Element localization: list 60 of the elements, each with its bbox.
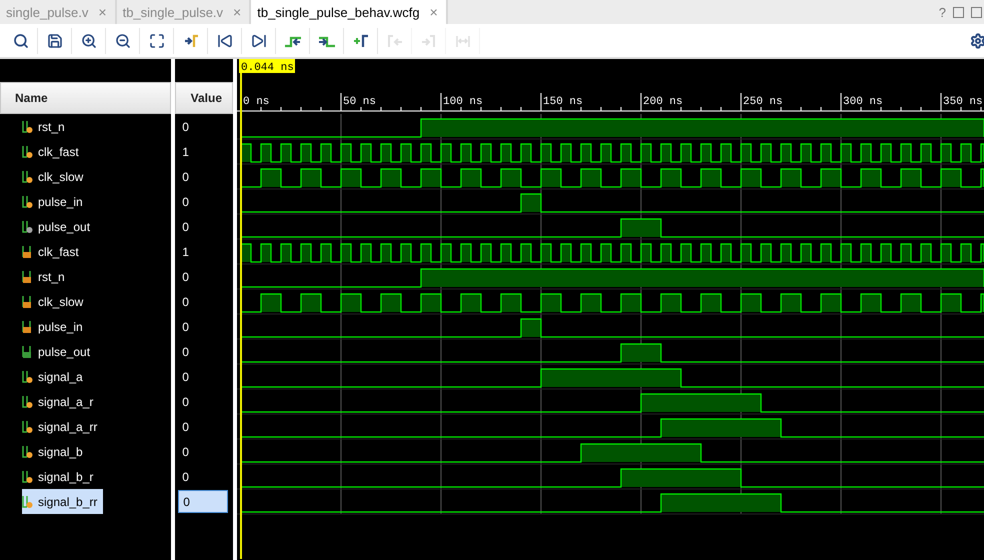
time-tick-label: 200 ns — [643, 96, 683, 108]
zoom-fit-icon — [148, 32, 164, 48]
signal-name[interactable]: rst_n — [22, 114, 71, 139]
signal-name[interactable]: rst_n — [22, 264, 71, 289]
settings-button[interactable] — [970, 32, 984, 48]
signal-value: 0 — [181, 444, 189, 460]
go-to-cursor-icon — [182, 32, 198, 48]
signal-name[interactable]: signal_a — [22, 364, 89, 389]
help-button[interactable]: ? — [938, 4, 946, 20]
signal-name[interactable]: pulse_out — [22, 214, 96, 239]
signal-value: 1 — [181, 244, 189, 260]
signal-value: 0 — [181, 194, 189, 210]
signal-name[interactable]: pulse_in — [22, 314, 89, 339]
time-tick-label: 150 ns — [543, 96, 583, 108]
signal-name[interactable]: signal_b_r — [22, 464, 100, 489]
time-tick-label: 250 ns — [743, 96, 783, 108]
signal-name[interactable]: clk_slow — [22, 164, 90, 189]
signal-name[interactable]: signal_b_rr — [22, 489, 104, 514]
zoom-out-icon — [114, 32, 130, 48]
signal-value: 0 — [178, 490, 228, 513]
cursor-time-label: 0.044 ns — [239, 59, 295, 74]
close-icon[interactable]: × — [430, 4, 438, 20]
add-marker-icon — [352, 32, 368, 48]
restore-button[interactable] — [953, 6, 964, 18]
signal-name[interactable]: pulse_in — [22, 189, 89, 214]
signal-name[interactable]: clk_slow — [22, 289, 90, 314]
time-tick-label: 0 ns — [243, 96, 270, 108]
signal-name[interactable]: pulse_out — [22, 339, 96, 364]
time-tick-label: 50 ns — [343, 96, 376, 108]
maximize-button[interactable] — [971, 6, 982, 18]
signal-value: 0 — [181, 168, 189, 186]
go-to-start-icon — [216, 32, 232, 48]
time-tick-label: 350 ns — [943, 96, 983, 108]
signal-value: 0 — [181, 368, 189, 386]
signal-value: 0 — [181, 118, 189, 136]
go-to-end-icon — [250, 32, 266, 48]
signal-value: 1 — [181, 144, 189, 160]
signal-value: 0 — [181, 468, 189, 486]
time-tick-label: 100 ns — [443, 96, 483, 108]
signal-value: 0 — [181, 218, 189, 236]
signal-value: 0 — [181, 268, 189, 286]
signal-value: 0 — [181, 294, 189, 310]
signal-value: 0 — [181, 344, 189, 360]
value-column-header[interactable]: Value — [175, 82, 233, 114]
editor-tab[interactable]: tb_single_pulse_behav.wcfg × — [251, 0, 448, 24]
zoom-in-icon — [80, 32, 96, 48]
signal-value: 0 — [181, 318, 189, 336]
signal-name[interactable]: signal_a_r — [22, 389, 100, 414]
signal-name[interactable]: signal_a_rr — [22, 414, 104, 439]
signal-name[interactable]: clk_fast — [22, 239, 85, 264]
signal-value: 0 — [181, 394, 189, 410]
signal-value: 0 — [181, 418, 189, 436]
search-icon — [12, 32, 28, 48]
previous-marker-icon — [386, 32, 402, 48]
time-tick-label: 300 ns — [843, 96, 883, 108]
signal-name[interactable]: signal_b — [22, 439, 89, 464]
name-column-header[interactable]: Name — [0, 82, 172, 114]
signal-name[interactable]: clk_fast — [22, 139, 85, 164]
next-marker-icon — [420, 32, 436, 48]
save-icon — [46, 32, 62, 48]
